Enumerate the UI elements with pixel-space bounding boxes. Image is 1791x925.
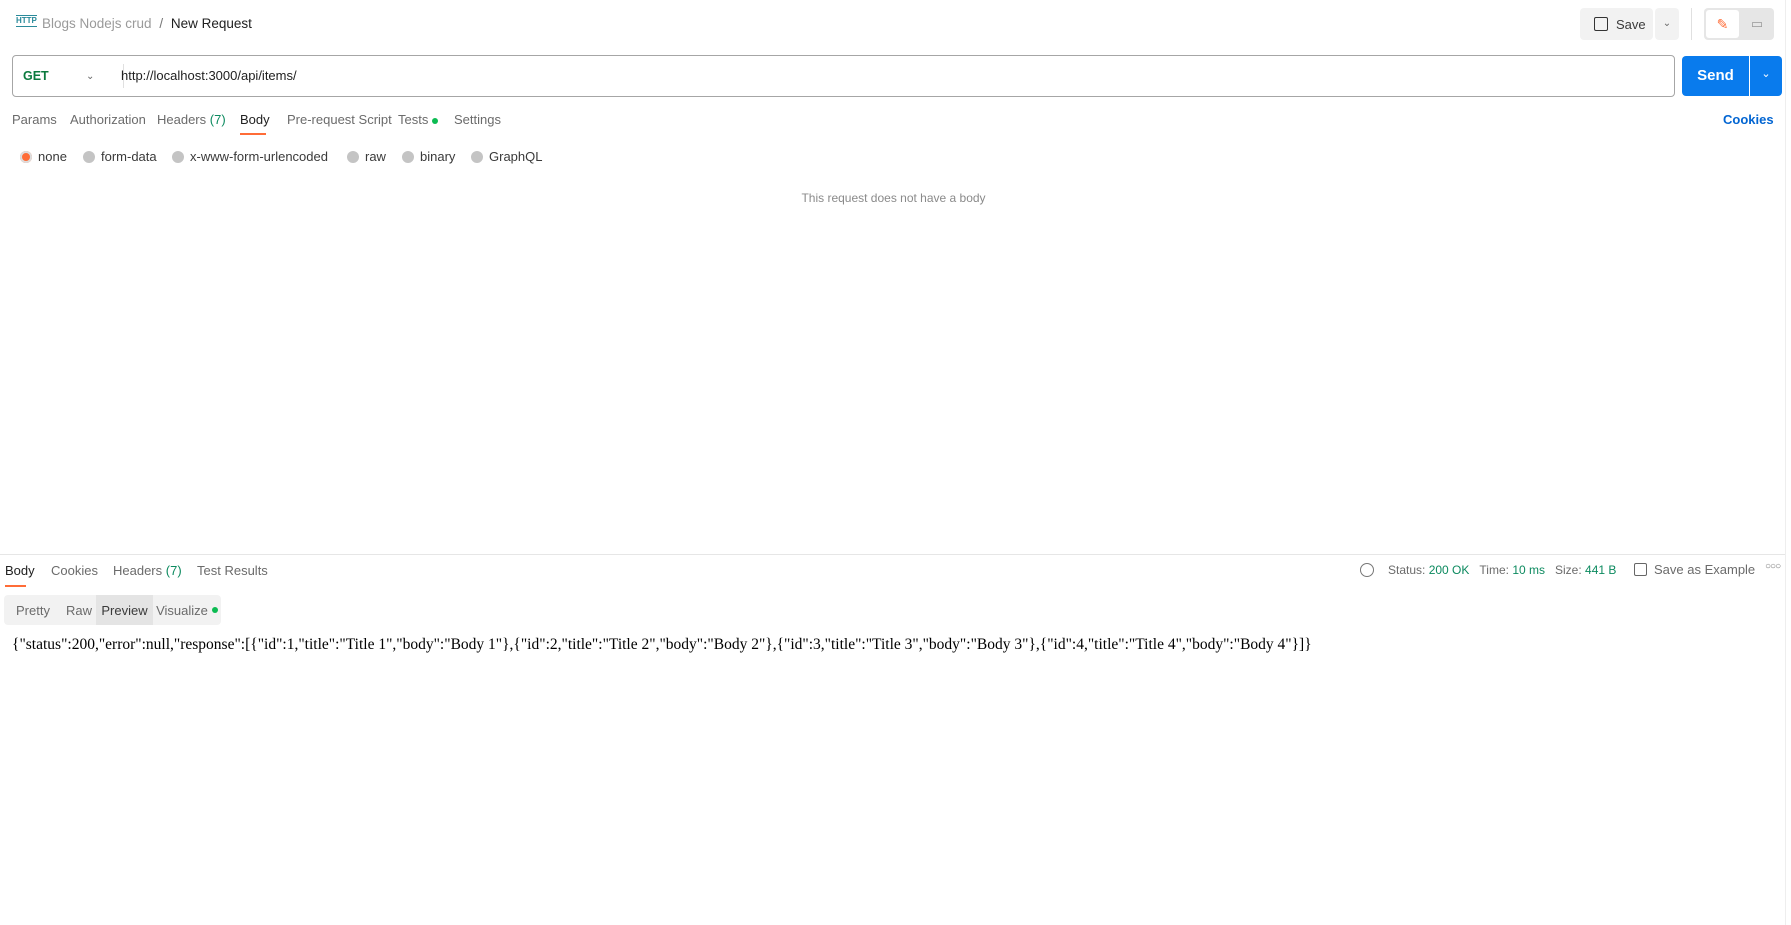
http-icon: HTTP [16,15,37,27]
pencil-icon: ✎ [1716,16,1729,32]
url-bar: GET ⌄ http://localhost:3000/api/items/ [12,55,1675,97]
view-preview[interactable]: Preview [96,595,153,625]
tab-pre-request-script[interactable]: Pre-request Script [287,112,392,127]
radio-binary[interactable]: binary [402,149,455,164]
edit-mode-button[interactable]: ✎ [1706,10,1739,38]
pane-divider[interactable] [0,554,1785,555]
method-select[interactable]: GET ⌄ [13,56,123,96]
status-dot [432,117,439,124]
empty-body-message: This request does not have a body [801,191,986,205]
globe-icon[interactable] [1360,563,1374,577]
request-name[interactable]: New Request [171,16,252,31]
tab-headers[interactable]: Headers (7) [157,112,226,127]
cookies-link[interactable]: Cookies [1723,112,1774,127]
size[interactable]: Size: 441 B [1555,563,1616,577]
radio-x-www-form-urlencoded[interactable]: x-www-form-urlencoded [172,149,328,164]
active-tab-underline [5,585,26,587]
save-icon [1594,17,1608,31]
url-input[interactable]: http://localhost:3000/api/items/ [121,56,1661,96]
tab-body[interactable]: Body [240,112,270,127]
tab-tests[interactable]: Tests [398,112,439,127]
breadcrumb: Blogs Nodejs crud / New Request [42,16,252,31]
response-tab-headers[interactable]: Headers (7) [113,563,182,578]
send-button[interactable]: Send [1682,56,1749,96]
save-button[interactable]: Save [1580,8,1653,40]
radio-raw[interactable]: raw [347,149,386,164]
chevron-down-icon: ⌄ [1662,18,1672,29]
response-tab-body[interactable]: Body [5,563,35,578]
more-options-icon[interactable]: ○○○ [1765,561,1781,572]
comment-icon: ▭ [1750,16,1764,31]
comments-button[interactable]: ▭ [1742,10,1772,38]
scroll-edge [1785,0,1786,925]
save-as-example-button[interactable]: Save as Example [1634,562,1755,577]
view-toggle: ✎ ▭ [1704,8,1774,40]
view-raw[interactable]: Raw [62,595,96,625]
send-dropdown-button[interactable]: ⌄ [1750,56,1782,96]
tab-authorization[interactable]: Authorization [70,112,146,127]
time[interactable]: Time: 10 ms [1479,563,1545,577]
response-tab-test-results[interactable]: Test Results [197,563,268,578]
status-dot [211,607,218,613]
divider [1691,8,1692,40]
status[interactable]: Status: 200 OK [1388,563,1469,577]
tab-params[interactable]: Params [12,112,57,127]
save-icon [1634,563,1647,576]
view-pretty[interactable]: Pretty [4,595,62,625]
radio-form-data[interactable]: form-data [83,149,157,164]
radio-graphql[interactable]: GraphQL [471,149,542,164]
response-meta: Status: 200 OK Time: 10 ms Size: 441 B [1360,563,1616,577]
save-dropdown-button[interactable]: ⌄ [1655,8,1679,40]
breadcrumb-collection[interactable]: Blogs Nodejs crud [42,16,152,31]
response-tab-cookies[interactable]: Cookies [51,563,98,578]
response-body-preview: {"status":200,"error":null,"response":[{… [12,636,1312,653]
tab-settings[interactable]: Settings [454,112,501,127]
chevron-down-icon: ⌄ [1761,68,1771,80]
view-visualize[interactable]: Visualize [153,595,221,625]
radio-none[interactable]: none [20,149,67,164]
chevron-down-icon: ⌄ [86,70,95,82]
active-tab-underline [240,133,266,135]
